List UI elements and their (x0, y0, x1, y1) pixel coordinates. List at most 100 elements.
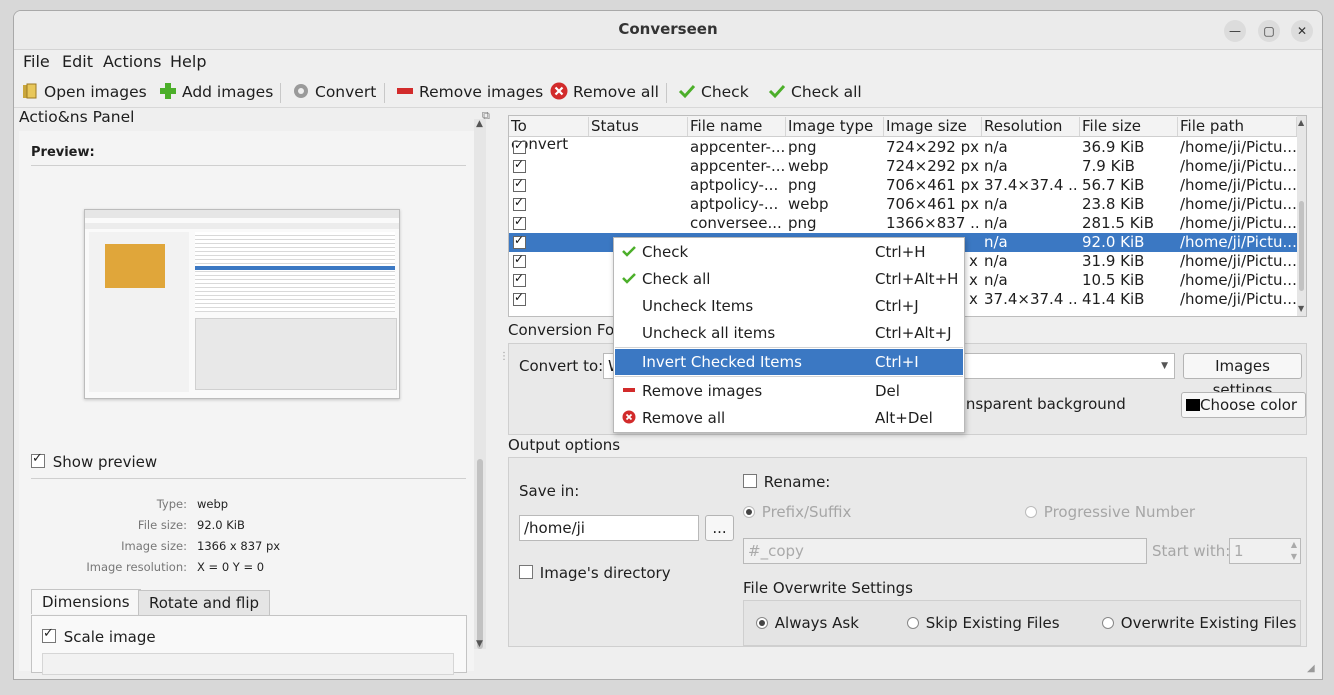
menu-item-shortcut: Ctrl+H (875, 243, 926, 261)
menu-help[interactable]: Help (170, 52, 206, 71)
table-row[interactable]: appcenter-... png 724×292 px n/a 36.9 Ki… (509, 138, 1297, 157)
rename-pattern-field[interactable]: #_copy (743, 538, 1147, 564)
row-checkbox[interactable] (513, 214, 526, 230)
chevron-down-icon: ▼ (1161, 361, 1168, 371)
table-row[interactable]: aptpolicy-... png 706×461 px 37.4×37.4 .… (509, 176, 1297, 195)
row-checkbox[interactable] (513, 176, 526, 192)
always-ask-radio[interactable]: Always Ask (756, 614, 859, 632)
green-check-icon (622, 273, 636, 284)
close-icon[interactable]: ✕ (1291, 20, 1313, 42)
skip-existing-radio[interactable]: Skip Existing Files (907, 614, 1060, 632)
check-all-button[interactable]: Check all (768, 82, 862, 101)
column-header[interactable]: To convert (509, 117, 589, 153)
convert-label: Convert (315, 83, 377, 101)
choose-color-button[interactable]: Choose color (1181, 392, 1306, 418)
menu-item-label: Remove images (642, 382, 763, 400)
resolution: 37.4×37.4 ... (984, 290, 1078, 308)
browse-button[interactable]: ... (705, 515, 734, 541)
row-checkbox[interactable] (513, 290, 526, 306)
resolution: n/a (984, 214, 1008, 232)
progressive-number-label: Progressive Number (1043, 503, 1196, 521)
radio[interactable] (907, 617, 919, 629)
row-checkbox[interactable] (513, 138, 526, 154)
minimize-icon[interactable]: — (1224, 20, 1246, 42)
menu-item-check[interactable]: Check Ctrl+H (615, 239, 963, 265)
column-header[interactable]: File name (688, 117, 786, 136)
scale-image-checkbox[interactable]: Scale image (42, 626, 156, 646)
table-row[interactable]: appcenter-... webp 724×292 px n/a 7.9 Ki… (509, 157, 1297, 176)
file-name: conversee... (690, 214, 782, 232)
column-header[interactable]: File size (1080, 117, 1178, 136)
maximize-icon[interactable]: ▢ (1258, 20, 1280, 42)
radio[interactable] (743, 506, 755, 518)
menu-file[interactable]: File (23, 52, 50, 71)
checkbox[interactable] (743, 474, 757, 488)
menu-item-remove-all[interactable]: Remove all Alt+Del (615, 405, 963, 431)
row-checkbox[interactable] (513, 233, 526, 249)
start-with-spinbox[interactable]: 1 ▲ ▼ (1229, 538, 1301, 564)
menu-item-invert-checked[interactable]: Invert Checked Items Ctrl+I (615, 349, 963, 375)
menu-item-check-all[interactable]: Check all Ctrl+Alt+H (615, 266, 963, 292)
checkbox[interactable] (519, 565, 533, 579)
add-images-button[interactable]: Add images (159, 82, 273, 101)
actions-panel-scrollbar[interactable]: ▲ ▼ (474, 119, 486, 649)
tab-rotate-flip[interactable]: Rotate and flip (138, 590, 271, 615)
image-size: 706×461 px (886, 195, 979, 213)
open-images-button[interactable]: Open images (21, 82, 147, 101)
column-header[interactable]: Image type (786, 117, 884, 136)
overwrite-settings-group: Always Ask Skip Existing Files Overwrite… (743, 600, 1301, 646)
remove-images-button[interactable]: Remove images (396, 82, 543, 101)
checkbox[interactable] (42, 626, 56, 643)
file-name: aptpolicy-... (690, 176, 779, 194)
image-size: 1366×837 ... (886, 214, 980, 232)
show-preview-checkbox[interactable]: Show preview (31, 451, 157, 471)
radio[interactable] (1025, 506, 1037, 518)
prefix-suffix-radio[interactable]: Prefix/Suffix (743, 503, 851, 521)
images-settings-button[interactable]: Images settings (1183, 353, 1302, 399)
remove-images-label: Remove images (419, 83, 544, 101)
resolution: n/a (984, 195, 1008, 213)
column-header[interactable]: Resolution (982, 117, 1080, 136)
check-button[interactable]: Check (678, 82, 749, 101)
tab-dimensions[interactable]: Dimensions (31, 589, 141, 614)
row-checkbox[interactable] (513, 157, 526, 173)
table-row[interactable]: aptpolicy-... webp 706×461 px n/a 23.8 K… (509, 195, 1297, 214)
info-filesize-label: File size: (137, 518, 187, 532)
context-menu: Check Ctrl+H Check all Ctrl+Alt+H Unchec… (613, 237, 965, 433)
file-path: /home/ji/Pictu... (1180, 290, 1297, 308)
menu-edit[interactable]: Edit (62, 52, 93, 71)
menu-item-uncheck-all[interactable]: Uncheck all items Ctrl+Alt+J (615, 320, 963, 346)
column-header[interactable]: Status (589, 117, 688, 136)
menu-item-remove-images[interactable]: Remove images Del (615, 378, 963, 404)
actions-panel-title: Actio&ns Panel (19, 108, 135, 126)
column-header[interactable]: File path (1178, 117, 1297, 136)
menu-item-uncheck-items[interactable]: Uncheck Items Ctrl+J (615, 293, 963, 319)
row-checkbox[interactable] (513, 271, 526, 287)
remove-all-button[interactable]: Remove all (550, 82, 659, 101)
table-scrollbar[interactable]: ▲ ▼ (1297, 116, 1306, 316)
resize-grip-icon[interactable]: ◢ (1307, 663, 1315, 674)
chevron-down-icon[interactable]: ▼ (1291, 545, 1297, 569)
menu-item-label: Check all (642, 270, 711, 288)
toolbar-divider (384, 83, 385, 103)
overwrite-existing-radio[interactable]: Overwrite Existing Files (1102, 614, 1296, 632)
radio[interactable] (756, 617, 768, 629)
red-x-icon (550, 82, 568, 100)
info-imagesize-label: Image size: (121, 539, 187, 553)
row-checkbox[interactable] (513, 195, 526, 211)
convert-button[interactable]: Convert (292, 82, 376, 101)
menu-separator (615, 347, 963, 348)
radio[interactable] (1102, 617, 1114, 629)
checkbox[interactable] (31, 451, 45, 468)
file-path: /home/ji/Pictu... (1180, 138, 1297, 156)
row-checkbox[interactable] (513, 252, 526, 268)
image-directory-checkbox[interactable]: Image's directory (519, 564, 671, 582)
column-header[interactable]: Image size (884, 117, 982, 136)
progressive-number-radio[interactable]: Progressive Number (1025, 503, 1195, 521)
convert-to-label: Convert to: (519, 357, 604, 375)
prefix-suffix-label: Prefix/Suffix (761, 503, 852, 521)
save-in-field[interactable]: /home/ji (519, 515, 699, 541)
rename-checkbox[interactable]: Rename: (743, 473, 830, 491)
table-row[interactable]: conversee... png 1366×837 ... n/a 281.5 … (509, 214, 1297, 233)
menu-actions[interactable]: Actions (103, 52, 161, 71)
